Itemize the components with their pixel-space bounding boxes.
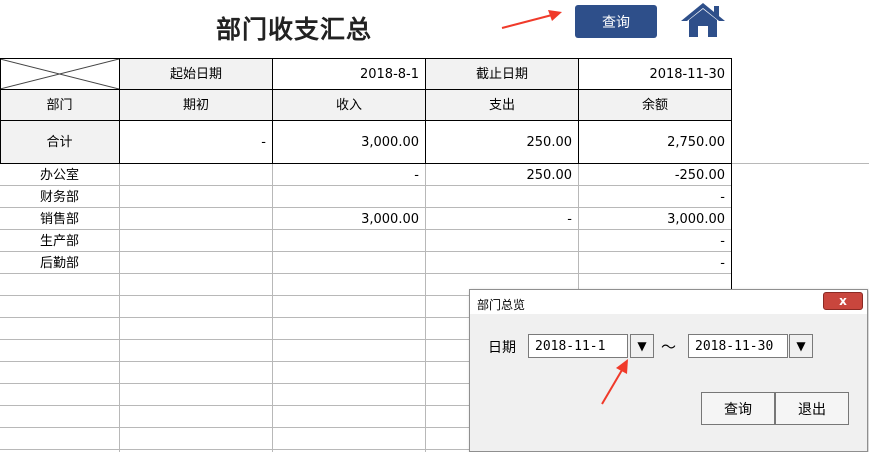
row-income bbox=[273, 186, 425, 208]
total-income: 3,000.00 bbox=[361, 134, 419, 150]
dept-overview-dialog: 部门总览 x 日期 2018-11-1 ▼ ～ 2018-11-30 ▼ 查询 … bbox=[469, 289, 868, 452]
end-date-value[interactable]: 2018-11-30 bbox=[579, 59, 731, 89]
row-dept: 销售部 bbox=[39, 211, 79, 227]
row-income: - bbox=[414, 167, 419, 183]
row-expense: - bbox=[567, 211, 572, 227]
column-header-income: 收入 bbox=[335, 97, 362, 113]
row-balance: -250.00 bbox=[674, 167, 725, 183]
diagonal-header-cell bbox=[0, 59, 119, 89]
total-opening: - bbox=[261, 134, 266, 150]
row-dept: 财务部 bbox=[39, 189, 79, 205]
end-date-label: 截止日期 bbox=[475, 66, 528, 82]
row-dept: 生产部 bbox=[39, 233, 79, 249]
row-dept: 办公室 bbox=[39, 167, 79, 183]
row-opening bbox=[120, 186, 272, 208]
dialog-title: 部门总览 bbox=[477, 298, 526, 312]
column-header-opening: 期初 bbox=[182, 97, 209, 113]
row-expense bbox=[426, 252, 578, 274]
row-opening bbox=[120, 252, 272, 274]
annotation-arrow bbox=[501, 10, 562, 29]
exit-button[interactable]: 退出 bbox=[775, 392, 849, 425]
close-button[interactable]: x bbox=[823, 292, 863, 310]
end-date-text: 2018-11-30 bbox=[695, 338, 774, 354]
row-balance: 3,000.00 bbox=[667, 211, 725, 227]
total-balance: 2,750.00 bbox=[667, 134, 725, 150]
total-expense: 250.00 bbox=[526, 134, 573, 150]
dialog-query-button[interactable]: 查询 bbox=[701, 392, 775, 425]
dropdown-arrow-icon: ▼ bbox=[637, 339, 647, 353]
row-expense bbox=[426, 186, 578, 208]
query-button[interactable]: 查询 bbox=[575, 5, 657, 38]
end-date-dropdown[interactable]: ▼ bbox=[789, 334, 813, 358]
date-label: 日期 bbox=[488, 340, 516, 356]
start-date-field[interactable]: 2018-11-1 bbox=[528, 334, 628, 358]
row-balance: - bbox=[720, 233, 725, 249]
dropdown-arrow-icon: ▼ bbox=[796, 339, 806, 353]
row-balance: - bbox=[720, 255, 725, 271]
start-date-value[interactable]: 2018-8-1 bbox=[273, 59, 425, 89]
column-header-balance: 余额 bbox=[641, 97, 668, 113]
end-date-field[interactable]: 2018-11-30 bbox=[688, 334, 788, 358]
total-label: 合计 bbox=[46, 134, 73, 150]
range-separator: ～ bbox=[661, 338, 677, 356]
start-date-label: 起始日期 bbox=[169, 66, 222, 82]
column-header-expense: 支出 bbox=[488, 97, 515, 113]
row-dept: 后勤部 bbox=[39, 255, 79, 271]
dialog-titlebar[interactable] bbox=[470, 290, 867, 314]
column-header-dept: 部门 bbox=[46, 97, 73, 113]
row-expense bbox=[426, 230, 578, 252]
row-income: 3,000.00 bbox=[361, 211, 419, 227]
row-expense: 250.00 bbox=[526, 167, 573, 183]
row-income bbox=[273, 230, 425, 252]
row-opening bbox=[120, 208, 272, 230]
page-title: 部门收支汇总 bbox=[216, 15, 373, 44]
close-icon: x bbox=[839, 294, 847, 308]
start-date-text: 2018-11-1 bbox=[535, 338, 606, 354]
row-income bbox=[273, 252, 425, 274]
row-balance: - bbox=[720, 189, 725, 205]
start-date-dropdown[interactable]: ▼ bbox=[630, 334, 654, 358]
row-opening bbox=[120, 164, 272, 186]
home-icon[interactable] bbox=[678, 0, 728, 40]
row-opening bbox=[120, 230, 272, 252]
